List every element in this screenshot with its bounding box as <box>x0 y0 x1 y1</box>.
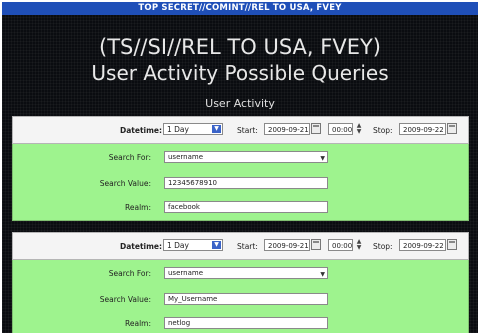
search-criteria-area: Search For: username ▼ Search Value: My_… <box>12 260 469 333</box>
time-spinner-icon[interactable]: ▲ ▼ <box>355 123 363 135</box>
datetime-range-select[interactable]: 1 Day ▼ <box>163 239 223 251</box>
calendar-icon[interactable] <box>311 239 321 250</box>
search-value-label: Search Value: <box>99 179 151 188</box>
start-date-field[interactable]: 2009-09-21 <box>264 239 310 251</box>
query-page: TOP SECRET//COMINT//REL TO USA, FVEY (TS… <box>2 2 478 333</box>
search-value-label: Search Value: <box>99 295 151 304</box>
datetime-row: Datetime: 1 Day ▼ Start: 2009-09-21 00:0… <box>12 116 469 144</box>
stop-date-field[interactable]: 2009-09-22 <box>399 239 446 251</box>
realm-input[interactable]: facebook <box>164 201 328 213</box>
realm-label: Realm: <box>124 319 151 328</box>
chevron-down-icon[interactable]: ▼ <box>212 241 221 249</box>
start-label: Start: <box>237 242 258 251</box>
chevron-down-icon[interactable]: ▼ <box>212 125 221 133</box>
query-panel: Datetime: 1 Day ▼ Start: 2009-09-21 00:0… <box>12 232 469 333</box>
stop-date-field[interactable]: 2009-09-22 <box>399 123 446 135</box>
start-time-field[interactable]: 00:00 <box>328 239 353 251</box>
start-label: Start: <box>237 126 258 135</box>
chevron-down-icon[interactable]: ▼ <box>320 153 325 164</box>
search-criteria-area: Search For: username ▼ Search Value: 123… <box>12 144 469 221</box>
datetime-label: Datetime: <box>120 126 163 135</box>
search-for-value: username <box>168 153 203 161</box>
realm-label: Realm: <box>124 203 151 212</box>
page-title: User Activity Possible Queries <box>91 61 389 85</box>
datetime-label: Datetime: <box>120 242 163 251</box>
search-for-value: username <box>168 269 203 277</box>
classification-banner: TOP SECRET//COMINT//REL TO USA, FVEY <box>2 2 478 15</box>
search-for-select[interactable]: username ▼ <box>164 267 328 279</box>
calendar-icon[interactable] <box>447 123 457 134</box>
search-for-select[interactable]: username ▼ <box>164 151 328 163</box>
search-value-input[interactable]: My_Username <box>164 293 328 305</box>
calendar-icon[interactable] <box>311 123 321 134</box>
datetime-range-select[interactable]: 1 Day ▼ <box>163 123 223 135</box>
query-panel: Datetime: 1 Day ▼ Start: 2009-09-21 00:0… <box>12 116 469 221</box>
stop-label: Stop: <box>373 242 393 251</box>
datetime-row: Datetime: 1 Day ▼ Start: 2009-09-21 00:0… <box>12 232 469 260</box>
section-title: User Activity <box>205 97 275 110</box>
time-spinner-icon[interactable]: ▲ ▼ <box>355 239 363 251</box>
start-time-field[interactable]: 00:00 <box>328 123 353 135</box>
datetime-range-value: 1 Day <box>167 125 189 134</box>
search-for-label: Search For: <box>108 269 151 278</box>
search-for-label: Search For: <box>108 153 151 162</box>
search-value-input[interactable]: 12345678910 <box>164 177 328 189</box>
realm-input[interactable]: netlog <box>164 317 328 329</box>
stop-label: Stop: <box>373 126 393 135</box>
page-title-classification: (TS//SI//REL TO USA, FVEY) <box>99 35 381 59</box>
chevron-down-icon[interactable]: ▼ <box>320 269 325 280</box>
datetime-range-value: 1 Day <box>167 241 189 250</box>
calendar-icon[interactable] <box>447 239 457 250</box>
start-date-field[interactable]: 2009-09-21 <box>264 123 310 135</box>
